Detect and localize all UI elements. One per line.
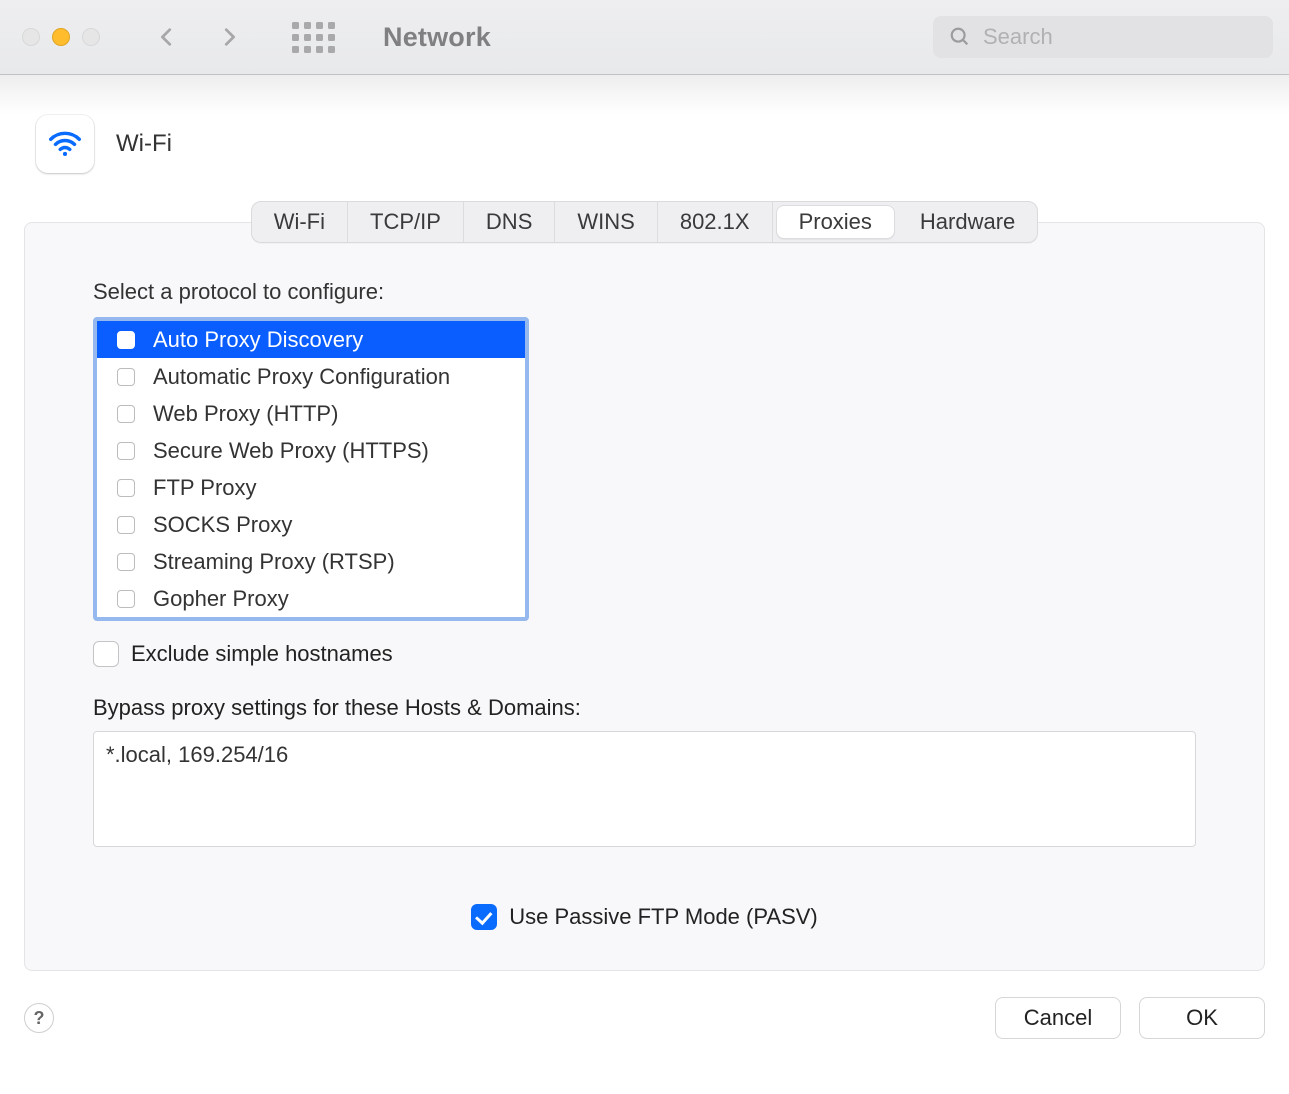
sheet-header: Wi-Fi (24, 115, 1265, 173)
tab-wifi[interactable]: Wi-Fi (252, 202, 348, 242)
protocol-row-http[interactable]: Web Proxy (HTTP) (97, 395, 525, 432)
protocol-label: Streaming Proxy (RTSP) (153, 549, 395, 575)
protocol-label: Automatic Proxy Configuration (153, 364, 450, 390)
protocol-checkbox[interactable] (117, 516, 135, 534)
protocol-checkbox[interactable] (117, 405, 135, 423)
protocol-row-https[interactable]: Secure Web Proxy (HTTPS) (97, 432, 525, 469)
protocol-list[interactable]: Auto Proxy Discovery Automatic Proxy Con… (93, 317, 529, 621)
protocol-row-ftp[interactable]: FTP Proxy (97, 469, 525, 506)
tab-8021x[interactable]: 802.1X (658, 202, 773, 242)
protocol-label: Gopher Proxy (153, 586, 289, 612)
titlebar: Network Search (0, 0, 1289, 75)
history-nav (156, 23, 240, 51)
sheet-title: Wi-Fi (116, 130, 172, 158)
protocol-checkbox[interactable] (117, 368, 135, 386)
protocol-label: Web Proxy (HTTP) (153, 401, 338, 427)
protocol-row-rtsp[interactable]: Streaming Proxy (RTSP) (97, 543, 525, 580)
search-field[interactable]: Search (933, 16, 1273, 58)
search-placeholder: Search (983, 24, 1053, 50)
tab-hardware[interactable]: Hardware (898, 202, 1037, 242)
tab-tcpip[interactable]: TCP/IP (348, 202, 464, 242)
protocol-section-label: Select a protocol to configure: (93, 279, 1196, 305)
back-button[interactable] (156, 23, 178, 51)
protocol-label: SOCKS Proxy (153, 512, 292, 538)
bypass-textarea[interactable] (93, 731, 1196, 847)
bypass-label: Bypass proxy settings for these Hosts & … (93, 695, 1196, 721)
exclude-hostnames-row[interactable]: Exclude simple hostnames (93, 641, 1196, 667)
forward-button[interactable] (218, 23, 240, 51)
minimize-window-button[interactable] (52, 28, 70, 46)
exclude-hostnames-checkbox[interactable] (93, 641, 119, 667)
tab-dns[interactable]: DNS (464, 202, 555, 242)
proxies-panel: Select a protocol to configure: Auto Pro… (24, 222, 1265, 971)
pasv-label: Use Passive FTP Mode (PASV) (509, 904, 818, 930)
protocol-row-auto-config[interactable]: Automatic Proxy Configuration (97, 358, 525, 395)
protocol-row-socks[interactable]: SOCKS Proxy (97, 506, 525, 543)
pasv-checkbox[interactable] (471, 904, 497, 930)
ok-button[interactable]: OK (1139, 997, 1265, 1039)
protocol-row-auto-discovery[interactable]: Auto Proxy Discovery (97, 321, 525, 358)
tab-wins[interactable]: WINS (555, 202, 657, 242)
protocol-row-gopher[interactable]: Gopher Proxy (97, 580, 525, 617)
protocol-checkbox[interactable] (117, 331, 135, 349)
help-button[interactable]: ? (24, 1003, 54, 1033)
show-all-prefs-button[interactable] (292, 22, 335, 53)
dialog-footer: ? Cancel OK (24, 997, 1265, 1039)
protocol-checkbox[interactable] (117, 590, 135, 608)
pasv-row[interactable]: Use Passive FTP Mode (PASV) (471, 904, 818, 930)
window-title: Network (383, 22, 491, 53)
protocol-label: Secure Web Proxy (HTTPS) (153, 438, 429, 464)
protocol-checkbox[interactable] (117, 479, 135, 497)
search-icon (949, 26, 971, 48)
protocol-label: Auto Proxy Discovery (153, 327, 363, 353)
wifi-icon (36, 115, 94, 173)
cancel-button[interactable]: Cancel (995, 997, 1121, 1039)
exclude-hostnames-label: Exclude simple hostnames (131, 641, 393, 667)
protocol-checkbox[interactable] (117, 442, 135, 460)
tab-proxies[interactable]: Proxies (776, 205, 895, 239)
tabbar: Wi-Fi TCP/IP DNS WINS 802.1X Proxies Har… (251, 201, 1039, 243)
dialog-sheet: Wi-Fi Wi-Fi TCP/IP DNS WINS 802.1X Proxi… (0, 75, 1289, 1063)
close-window-button[interactable] (22, 28, 40, 46)
protocol-checkbox[interactable] (117, 553, 135, 571)
window-controls (22, 28, 100, 46)
protocol-label: FTP Proxy (153, 475, 257, 501)
zoom-window-button[interactable] (82, 28, 100, 46)
